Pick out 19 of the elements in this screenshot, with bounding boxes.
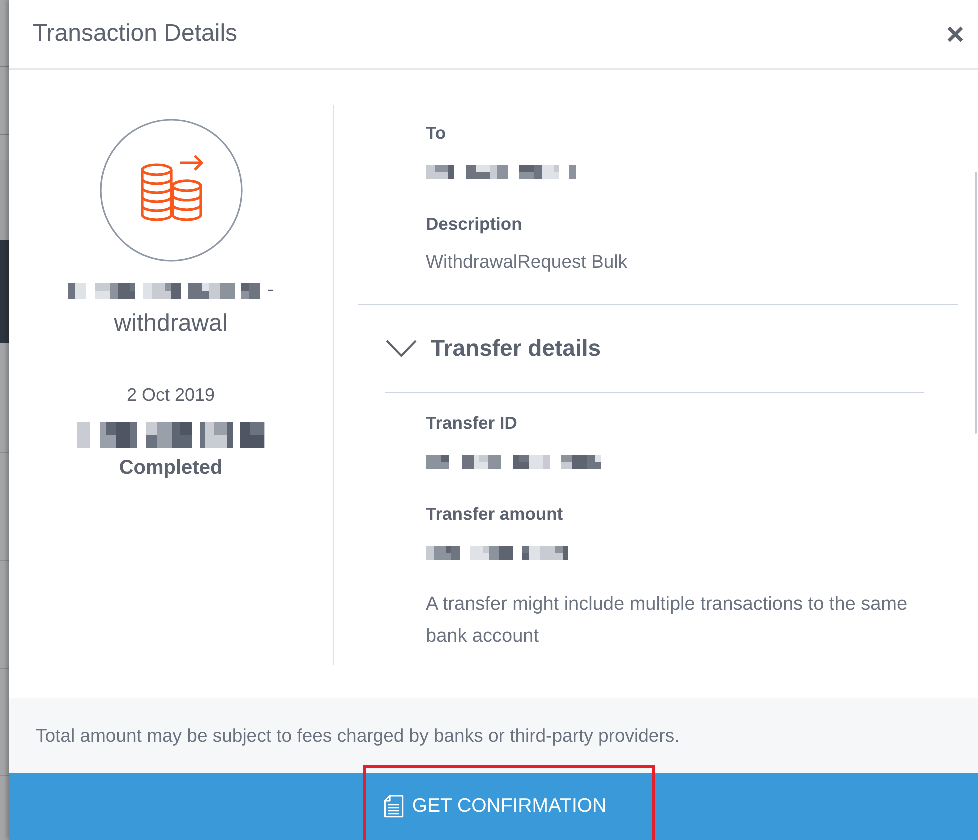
chevron-icon[interactable] — [386, 340, 417, 357]
field-label: Transfer ID — [426, 412, 518, 434]
field-value: WithdrawalRequest Bulk — [426, 251, 628, 273]
close-icon[interactable] — [947, 26, 964, 42]
section-title[interactable]: Transfer details — [431, 335, 602, 362]
field-label: Transfer amount — [426, 503, 564, 525]
scrollbar-thumb[interactable] — [975, 172, 977, 434]
dialog-title: Transaction Details — [33, 20, 238, 48]
coins-transfer-icon — [100, 119, 242, 262]
get-confirmation-button[interactable]: GET CONFIRMATION — [9, 773, 978, 840]
transaction-status: Completed — [119, 456, 223, 480]
field-label: To — [426, 122, 446, 144]
transfer-note: A transfer might include multiple transactions to the same bank account — [426, 593, 909, 649]
fees-disclaimer: Total amount may be subject to fees charged by banks or third-party providers. — [36, 724, 680, 746]
field-label: Description — [426, 213, 522, 235]
name-separator: - — [268, 278, 274, 303]
transaction-type: withdrawal — [114, 309, 228, 339]
document-icon — [384, 795, 404, 818]
transaction-date: 2 Oct 2019 — [126, 384, 216, 407]
